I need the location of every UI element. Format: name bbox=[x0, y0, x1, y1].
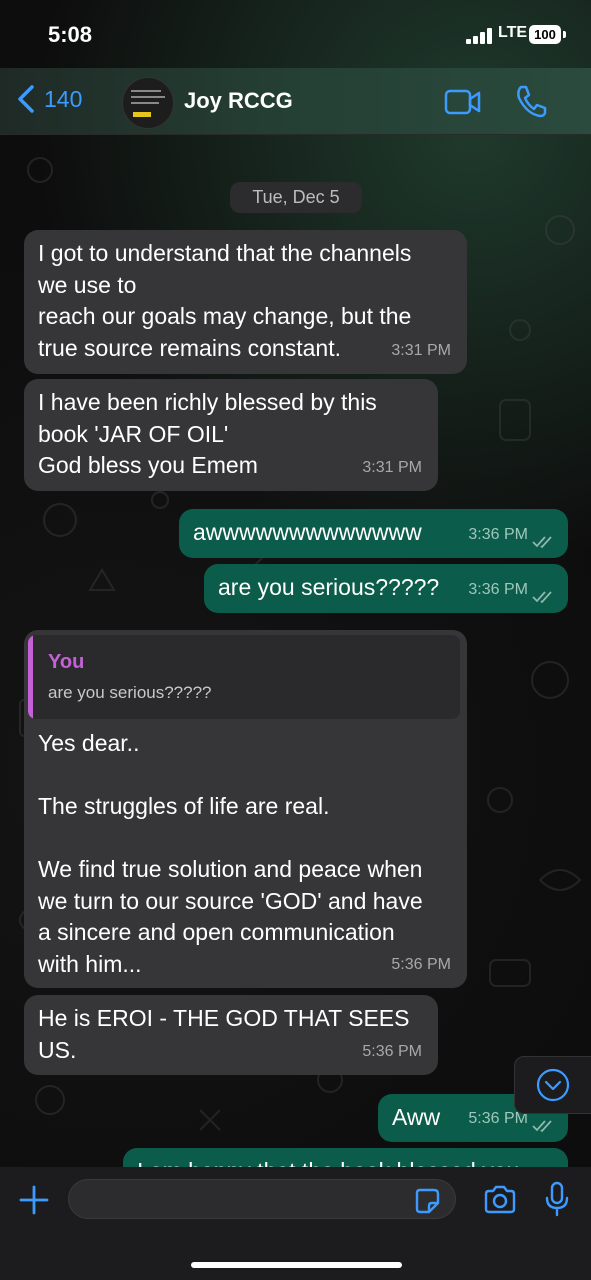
message-time: 3:36 PM bbox=[468, 525, 528, 543]
contact-name[interactable]: Joy RCCG bbox=[184, 88, 293, 114]
chevron-down-icon bbox=[536, 1068, 570, 1102]
avatar-graphic bbox=[131, 96, 165, 98]
message-time: 5:36 PM bbox=[391, 955, 451, 973]
message-time: 5:36 PM bbox=[362, 1042, 422, 1060]
chat-header: 140 Joy RCCG bbox=[0, 68, 591, 135]
contact-avatar[interactable] bbox=[122, 77, 174, 129]
quote-accent-bar bbox=[28, 635, 33, 719]
double-check-icon bbox=[532, 536, 552, 549]
message-bubble-outgoing[interactable]: awwwwwwwwwwwww 3:36 PM bbox=[179, 509, 568, 558]
message-text: Yes dear.. The struggles of life are rea… bbox=[38, 730, 423, 977]
message-bubble-incoming[interactable]: He is EROI - THE GOD THAT SEES US. 5:36 … bbox=[24, 995, 438, 1075]
message-bubble-incoming[interactable]: I have been richly blessed by this book … bbox=[24, 379, 438, 491]
quoted-message[interactable]: You are you serious????? bbox=[28, 635, 460, 719]
chevron-left-icon bbox=[18, 85, 34, 113]
signal-icon bbox=[466, 28, 492, 44]
avatar-graphic bbox=[131, 102, 159, 104]
double-check-icon bbox=[532, 1120, 552, 1133]
quote-text: are you serious????? bbox=[48, 683, 212, 702]
status-time: 5:08 bbox=[48, 22, 93, 47]
status-bar: 5:08 LTE 100 bbox=[0, 0, 591, 68]
quote-author: You bbox=[48, 651, 85, 673]
date-separator: Tue, Dec 5 bbox=[230, 182, 362, 213]
back-button[interactable]: 140 bbox=[16, 84, 82, 114]
message-time: 3:36 PM bbox=[468, 580, 528, 598]
scroll-to-bottom-button[interactable] bbox=[514, 1056, 591, 1114]
double-check-icon bbox=[532, 591, 552, 604]
message-time: 3:31 PM bbox=[362, 458, 422, 476]
battery-icon: 100 bbox=[529, 25, 561, 44]
battery-tip bbox=[563, 31, 566, 38]
sticker-icon[interactable] bbox=[413, 1187, 441, 1215]
message-bubble-incoming[interactable]: I got to understand that the channels we… bbox=[24, 230, 467, 374]
unread-count: 140 bbox=[44, 85, 83, 112]
battery-level: 100 bbox=[534, 27, 556, 42]
plus-icon[interactable] bbox=[18, 1184, 50, 1216]
message-input[interactable] bbox=[68, 1179, 456, 1219]
camera-icon[interactable] bbox=[483, 1185, 517, 1215]
message-bubble-outgoing[interactable]: are you serious????? 3:36 PM bbox=[204, 564, 568, 613]
home-indicator[interactable] bbox=[191, 1262, 402, 1268]
microphone-icon[interactable] bbox=[544, 1181, 570, 1217]
avatar-graphic bbox=[133, 112, 151, 117]
video-call-icon[interactable] bbox=[444, 88, 482, 116]
phone-icon[interactable] bbox=[515, 84, 547, 118]
network-type: LTE bbox=[498, 24, 528, 41]
avatar-graphic bbox=[131, 90, 161, 92]
message-time: 3:31 PM bbox=[391, 341, 451, 359]
